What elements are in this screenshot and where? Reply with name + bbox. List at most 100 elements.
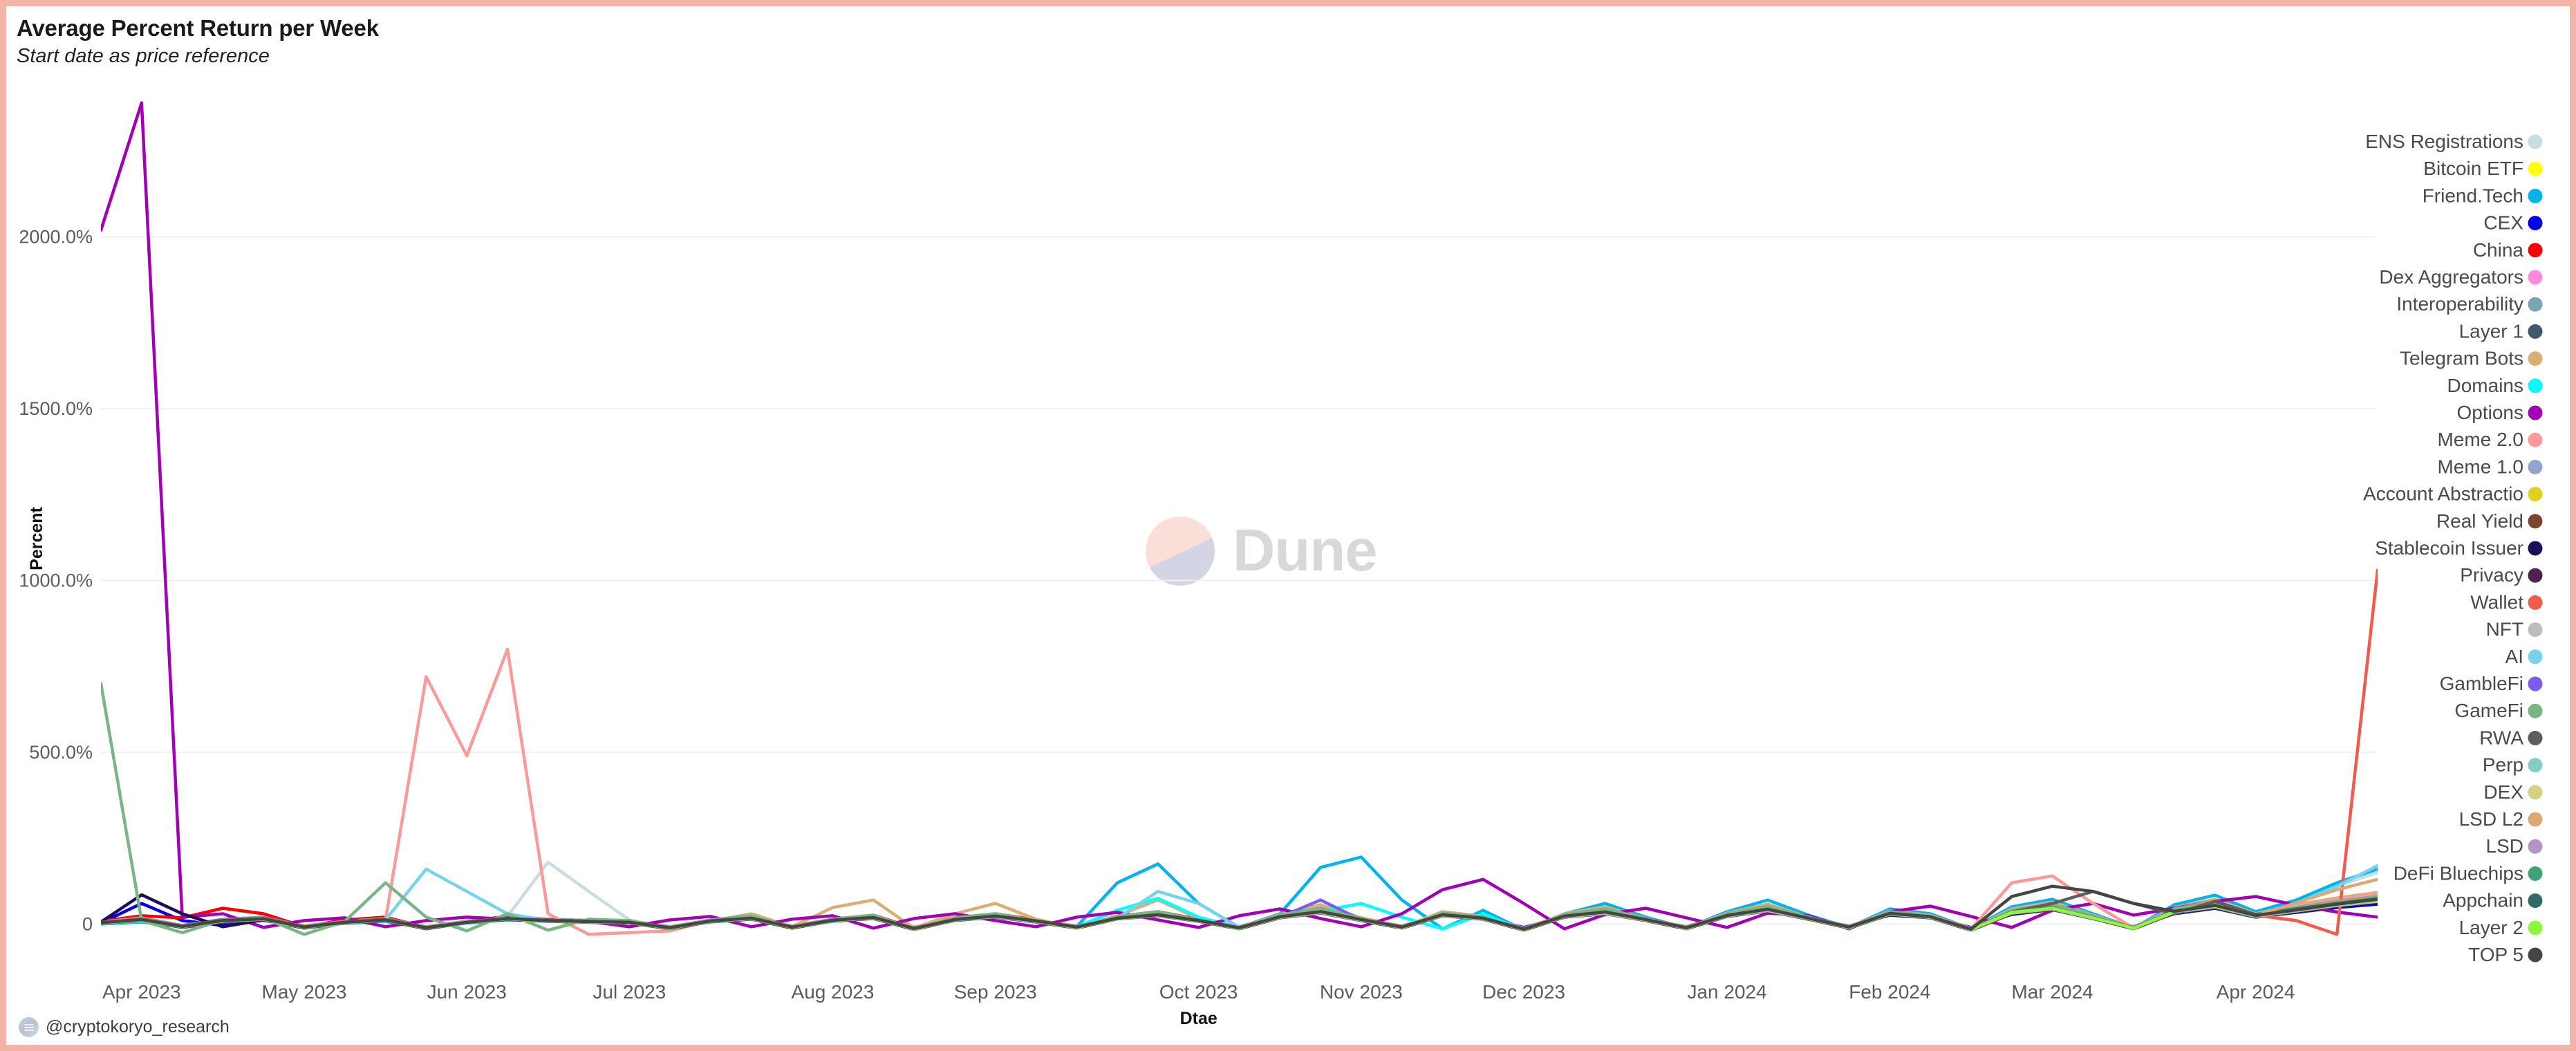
legend[interactable]: ENS Registrations Bitcoin ETF Friend.Tech C… — [2363, 131, 2543, 965]
series-line-gamefi — [101, 682, 2378, 936]
legend-swatch-icon — [2528, 541, 2543, 556]
legend-swatch-icon — [2528, 243, 2543, 258]
legend-label: ENS Registrations — [2365, 131, 2523, 152]
legend-swatch-icon — [2528, 703, 2543, 718]
credit-handle: @cryptokoryo_research — [46, 1017, 230, 1036]
legend-item-rwa[interactable]: RWA — [2479, 727, 2543, 748]
legend-item-ens-registrations[interactable]: ENS Registrations — [2365, 131, 2543, 152]
legend-item-friend-tech[interactable]: Friend.Tech — [2423, 185, 2543, 206]
axis-titles: Dtae Percent — [27, 506, 1217, 1028]
x-tick-label: Nov 2023 — [1320, 981, 1403, 1003]
legend-item-lsd-l2[interactable]: LSD L2 — [2459, 808, 2543, 830]
legend-item-appchain[interactable]: Appchain — [2443, 890, 2543, 911]
legend-item-layer-2[interactable]: Layer 2 — [2459, 917, 2543, 938]
legend-swatch-icon — [2528, 676, 2543, 691]
legend-label: Wallet — [2470, 591, 2523, 613]
legend-label: Account Abstractio — [2363, 483, 2523, 505]
legend-item-gamefi[interactable]: GameFi — [2454, 700, 2543, 721]
legend-item-top-5[interactable]: TOP 5 — [2468, 944, 2543, 965]
legend-label: Bitcoin ETF — [2423, 158, 2523, 179]
legend-item-nft[interactable]: NFT — [2486, 619, 2543, 640]
legend-label: LSD — [2486, 835, 2523, 857]
legend-swatch-icon — [2528, 324, 2543, 339]
legend-swatch-icon — [2528, 622, 2543, 638]
legend-label: Layer 1 — [2459, 320, 2523, 342]
legend-item-meme-2-0[interactable]: Meme 2.0 — [2438, 429, 2543, 450]
x-tick-label: Jan 2024 — [1687, 981, 1766, 1003]
legend-swatch-icon — [2528, 866, 2543, 881]
legend-swatch-icon — [2528, 947, 2543, 962]
legend-item-real-yield[interactable]: Real Yield — [2436, 510, 2543, 532]
series-line-options — [101, 101, 2378, 931]
legend-label: DEX — [2483, 781, 2523, 803]
legend-item-interoperability[interactable]: Interoperability — [2396, 293, 2543, 315]
legend-label: Perp — [2483, 754, 2523, 776]
legend-item-dex-aggregators[interactable]: Dex Aggregators — [2379, 266, 2543, 288]
legend-swatch-icon — [2528, 459, 2543, 474]
legend-swatch-icon — [2528, 514, 2543, 529]
legend-label: LSD L2 — [2459, 808, 2523, 830]
legend-item-bitcoin-etf[interactable]: Bitcoin ETF — [2423, 158, 2543, 179]
legend-item-china[interactable]: China — [2473, 239, 2543, 261]
gridlines — [101, 236, 2378, 925]
y-axis-ticks: 0 500.0% 1000.0% 1500.0% 2000.0% — [19, 227, 93, 935]
legend-item-lsd[interactable]: LSD — [2486, 835, 2543, 857]
legend-item-defi-bluechips[interactable]: DeFi Bluechips — [2393, 862, 2543, 884]
legend-item-dex[interactable]: DEX — [2483, 781, 2543, 803]
legend-swatch-icon — [2528, 432, 2543, 447]
x-tick-label: Aug 2023 — [792, 981, 875, 1003]
y-tick-label: 1500.0% — [19, 398, 93, 419]
legend-label: Options — [2457, 402, 2524, 423]
legend-swatch-icon — [2528, 270, 2543, 285]
chart-screenshot: Average Percent Return per Week Start da… — [0, 0, 2576, 1051]
legend-item-stablecoin-issuer[interactable]: Stablecoin Issuer — [2375, 537, 2543, 559]
y-tick-label: 1000.0% — [19, 570, 93, 591]
legend-swatch-icon — [2528, 487, 2543, 502]
y-tick-label: 0 — [82, 913, 93, 934]
plot-area: 0 500.0% 1000.0% 1500.0% 2000.0% Apr 2023 May… — [6, 6, 2570, 1045]
legend-item-gamblefi[interactable]: GambleFi — [2440, 673, 2543, 694]
x-tick-label: Oct 2023 — [1159, 981, 1238, 1003]
legend-swatch-icon — [2528, 378, 2543, 393]
legend-swatch-icon — [2528, 405, 2543, 420]
legend-item-meme-1-0[interactable]: Meme 1.0 — [2438, 456, 2543, 477]
legend-item-layer-1[interactable]: Layer 1 — [2459, 320, 2543, 342]
legend-item-domains[interactable]: Domains — [2447, 375, 2543, 396]
legend-label: AI — [2505, 646, 2523, 667]
legend-label: GameFi — [2454, 700, 2523, 721]
legend-swatch-icon — [2528, 649, 2543, 664]
legend-swatch-icon — [2528, 595, 2543, 610]
legend-swatch-icon — [2528, 893, 2543, 909]
legend-swatch-icon — [2528, 216, 2543, 231]
x-tick-label: Jun 2023 — [427, 981, 507, 1003]
legend-label: Friend.Tech — [2423, 185, 2523, 206]
legend-item-cex[interactable]: CEX — [2483, 212, 2543, 234]
x-tick-label: Apr 2023 — [102, 981, 181, 1003]
legend-item-ai[interactable]: AI — [2505, 646, 2543, 667]
legend-label: Meme 1.0 — [2438, 456, 2524, 477]
legend-swatch-icon — [2528, 297, 2543, 312]
x-tick-label: Sep 2023 — [954, 981, 1037, 1003]
legend-swatch-icon — [2528, 730, 2543, 745]
legend-item-options[interactable]: Options — [2457, 402, 2543, 423]
legend-swatch-icon — [2528, 161, 2543, 176]
legend-label: Domains — [2447, 375, 2523, 396]
legend-label: Layer 2 — [2459, 917, 2523, 938]
x-tick-label: May 2023 — [262, 981, 347, 1003]
legend-swatch-icon — [2528, 920, 2543, 936]
x-tick-label: Apr 2024 — [2216, 981, 2295, 1003]
legend-label: Interoperability — [2396, 293, 2523, 315]
legend-item-wallet[interactable]: Wallet — [2470, 591, 2543, 613]
y-tick-label: 2000.0% — [19, 227, 93, 248]
y-tick-label: 500.0% — [29, 742, 93, 763]
legend-label: NFT — [2486, 619, 2523, 640]
legend-item-privacy[interactable]: Privacy — [2460, 564, 2543, 586]
legend-label: CEX — [2483, 212, 2523, 234]
avatar-icon — [19, 1017, 39, 1037]
credit-footer: @cryptokoryo_research — [19, 1017, 230, 1037]
legend-item-telegram-bots[interactable]: Telegram Bots — [2400, 348, 2543, 369]
legend-item-account-abstractio[interactable]: Account Abstractio — [2363, 483, 2543, 505]
legend-label: Telegram Bots — [2400, 348, 2523, 369]
legend-item-perp[interactable]: Perp — [2483, 754, 2543, 776]
legend-label: Real Yield — [2436, 510, 2523, 532]
